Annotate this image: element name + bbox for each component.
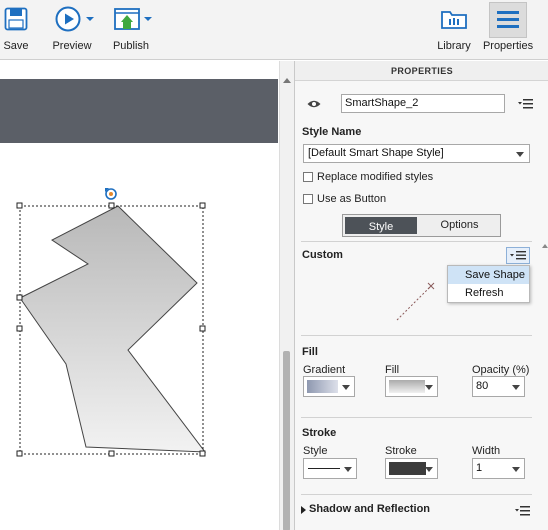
object-options-menu-icon[interactable]: [518, 98, 534, 110]
preview-icon: [50, 0, 94, 38]
gradient-label: Gradient: [303, 364, 346, 376]
properties-panel: PROPERTIES SmartShape_2 Style Name [Defa…: [294, 61, 548, 530]
shadow-reflection-title[interactable]: Shadow and Reflection: [309, 503, 430, 515]
properties-icon: [484, 0, 532, 38]
properties-panel-header: PROPERTIES: [295, 61, 548, 81]
shadow-options-menu-icon[interactable]: [515, 505, 531, 517]
gradient-dropdown[interactable]: [303, 376, 355, 397]
divider: [301, 335, 532, 336]
eye-icon[interactable]: [307, 99, 321, 109]
stroke-swatch: [389, 462, 426, 475]
expand-arrow-icon[interactable]: [301, 506, 306, 514]
style-name-select[interactable]: [Default Smart Shape Style]: [303, 144, 530, 163]
options-menu-icon: [510, 251, 526, 260]
stroke-width-select[interactable]: 1: [472, 458, 525, 479]
preview-button[interactable]: Preview: [50, 0, 94, 60]
scroll-up-arrow[interactable]: [283, 78, 291, 83]
properties-panel-body: SmartShape_2 Style Name [Default Smart S…: [295, 81, 548, 530]
opacity-label: Opacity (%): [472, 364, 530, 376]
use-as-button-label: Use as Button: [317, 193, 387, 205]
opacity-value: 80: [476, 380, 489, 392]
chevron-down-icon: [512, 385, 520, 390]
checkbox-box[interactable]: [303, 194, 313, 204]
replace-modified-styles-label: Replace modified styles: [317, 171, 434, 183]
opacity-select[interactable]: 80: [472, 376, 525, 397]
style-name-title: Style Name: [302, 126, 362, 138]
replace-modified-styles-checkbox[interactable]: Replace modified styles: [303, 171, 433, 183]
stroke-color-label: Stroke: [385, 445, 417, 457]
canvas-vertical-scrollbar[interactable]: [279, 61, 294, 530]
smart-shape-canvas: [16, 188, 207, 457]
stroke-width-value: 1: [476, 462, 483, 474]
stroke-color-dropdown[interactable]: [385, 458, 438, 479]
chevron-down-icon: [512, 467, 520, 472]
divider: [301, 417, 532, 418]
checkbox-box[interactable]: [303, 172, 313, 182]
fill-title: Fill: [302, 346, 318, 358]
use-as-button-checkbox[interactable]: Use as Button: [303, 193, 386, 205]
tab-options[interactable]: Options: [419, 215, 500, 236]
properties-label: Properties: [482, 40, 534, 52]
menu-item-save-shape[interactable]: Save Shape: [448, 266, 529, 284]
fill-label: Fill: [385, 364, 400, 376]
save-button[interactable]: Save: [0, 0, 32, 60]
publish-dropdown-caret[interactable]: [144, 17, 152, 21]
preview-dropdown-caret[interactable]: [86, 17, 94, 21]
stroke-style-label: Style: [303, 445, 328, 457]
smart-shape-2[interactable]: [19, 205, 207, 453]
chevron-down-icon: [344, 467, 352, 472]
object-name-field[interactable]: SmartShape_2: [341, 94, 505, 113]
rotate-handle-icon[interactable]: [105, 188, 117, 200]
save-icon: [0, 0, 32, 38]
stage-top-strip: [0, 79, 278, 143]
custom-title: Custom: [302, 249, 343, 261]
library-label: Library: [437, 40, 471, 52]
stroke-style-dropdown[interactable]: [303, 458, 357, 479]
scroll-thumb[interactable]: [283, 351, 290, 530]
solid-line-icon: [308, 468, 340, 469]
chevron-down-icon: [425, 467, 433, 472]
publish-label: Publish: [112, 40, 150, 52]
stroke-width-label: Width: [472, 445, 501, 457]
gradient-swatch: [307, 380, 338, 393]
publish-button[interactable]: Publish: [108, 0, 154, 60]
library-button[interactable]: Library: [434, 0, 474, 60]
divider: [301, 494, 532, 495]
fill-color-dropdown[interactable]: [385, 376, 438, 397]
chevron-down-icon: [342, 385, 350, 390]
style-name-value: [Default Smart Shape Style]: [308, 147, 444, 159]
tab-style[interactable]: Style: [343, 215, 419, 236]
custom-shape-preview: [396, 282, 435, 321]
divider: [301, 241, 532, 242]
main-toolbar: Save Preview Publish Library Properties: [0, 0, 548, 60]
save-label: Save: [3, 40, 29, 52]
menu-item-refresh[interactable]: Refresh: [448, 284, 529, 302]
stroke-title: Stroke: [302, 427, 337, 439]
library-icon: [434, 0, 474, 38]
preview-label: Preview: [52, 40, 92, 52]
custom-options-button[interactable]: [506, 247, 530, 264]
custom-options-popup-menu: Save Shape Refresh: [447, 265, 530, 303]
panel-scrollbar[interactable]: [541, 241, 548, 530]
publish-icon: [108, 0, 154, 38]
chevron-down-icon: [425, 385, 433, 390]
chevron-down-icon: [516, 152, 524, 157]
style-options-tabs: Style Options: [342, 214, 501, 237]
properties-button[interactable]: Properties: [482, 0, 534, 60]
fill-swatch: [389, 380, 425, 393]
panel-scroll-up-arrow[interactable]: [542, 244, 548, 248]
